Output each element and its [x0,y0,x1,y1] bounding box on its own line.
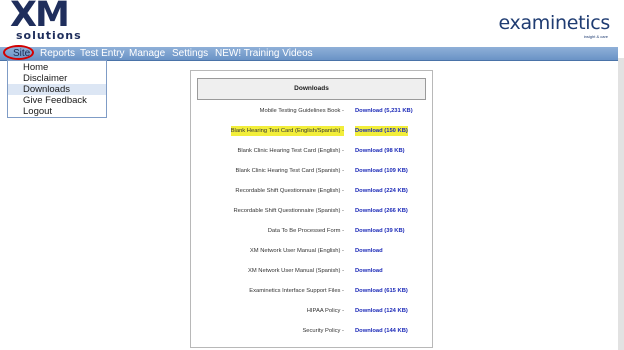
download-link[interactable]: Download (224 KB) [355,186,408,196]
download-item-name: Recordable Shift Questionnaire (English)… [235,188,344,194]
download-link[interactable]: Download [355,266,383,276]
download-row: Blank Hearing Test Card (English/Spanish… [191,126,434,136]
menu-manage[interactable]: Manage [129,47,165,60]
download-link[interactable]: Download (144 KB) [355,326,408,336]
download-link[interactable]: Download (39 KB) [355,226,405,236]
download-item-name: Blank Clinic Hearing Test Card (English)… [237,148,344,154]
dropdown-item-give-feedback[interactable]: Give Feedback [8,95,106,106]
download-item-name: HIPAA Policy - [306,308,344,314]
menu-settings[interactable]: Settings [172,47,208,60]
download-row: Blank Clinic Hearing Test Card (English)… [191,146,434,156]
download-link[interactable]: Download (150 KB) [355,126,408,136]
download-item-name: Mobile Testing Guidelines Book - [259,108,344,114]
download-link[interactable]: Download (266 KB) [355,206,408,216]
download-row: XM Network User Manual (Spanish) - Downl… [191,266,434,276]
download-link[interactable]: Download (5,231 KB) [355,106,413,116]
download-item-name: Blank Hearing Test Card (English/Spanish… [230,126,344,136]
downloads-panel-title: Downloads [197,78,426,100]
download-row: XM Network User Manual (English) - Downl… [191,246,434,256]
download-row: Security Policy - Download (144 KB) [191,326,434,336]
download-item-name: Data To Be Processed Form - [267,228,344,234]
dropdown-item-home[interactable]: Home [8,62,106,73]
main-menubar: Site Reports Test Entry Manage Settings … [0,47,618,61]
download-item-name: Blank Clinic Hearing Test Card (Spanish)… [235,168,344,174]
download-row: HIPAA Policy - Download (124 KB) [191,306,434,316]
brand-tagline: insight & care [583,34,608,39]
download-item-name: XM Network User Manual (English) - [249,248,344,254]
download-row: Data To Be Processed Form - Download (39… [191,226,434,236]
download-item-name: Security Policy - [302,328,344,334]
dropdown-item-logout[interactable]: Logout [8,106,106,117]
download-row: Recordable Shift Questionnaire (Spanish)… [191,206,434,216]
window-edge [618,58,624,350]
site-dropdown-menu: Home Disclaimer Downloads Give Feedback … [7,60,107,118]
dropdown-item-disclaimer[interactable]: Disclaimer [8,73,106,84]
download-item-name: XM Network User Manual (Spanish) - [248,268,344,274]
download-row: Mobile Testing Guidelines Book - Downloa… [191,106,434,116]
download-link[interactable]: Download (98 KB) [355,146,405,156]
xm-solutions-logo[interactable]: XM solutions [10,0,82,43]
dropdown-item-downloads[interactable]: Downloads [8,84,106,95]
examinetics-brand: examinetics [498,12,610,34]
download-link[interactable]: Download (109 KB) [355,166,408,176]
downloads-panel: Downloads Mobile Testing Guidelines Book… [190,70,433,348]
menu-test-entry[interactable]: Test Entry [80,47,124,60]
download-item-name: Examinetics Interface Support Files - [249,288,344,294]
download-row: Recordable Shift Questionnaire (English)… [191,186,434,196]
download-row: Examinetics Interface Support Files - Do… [191,286,434,296]
download-row: Blank Clinic Hearing Test Card (Spanish)… [191,166,434,176]
site-annotation-circle [3,45,34,60]
logo-sub-text: solutions [16,29,82,42]
menu-reports[interactable]: Reports [40,47,75,60]
menu-training-videos[interactable]: NEW! Training Videos [215,47,313,60]
download-link[interactable]: Download (124 KB) [355,306,408,316]
download-item-name: Recordable Shift Questionnaire (Spanish)… [233,208,344,214]
download-link[interactable]: Download (615 KB) [355,286,408,296]
download-link[interactable]: Download [355,246,383,256]
